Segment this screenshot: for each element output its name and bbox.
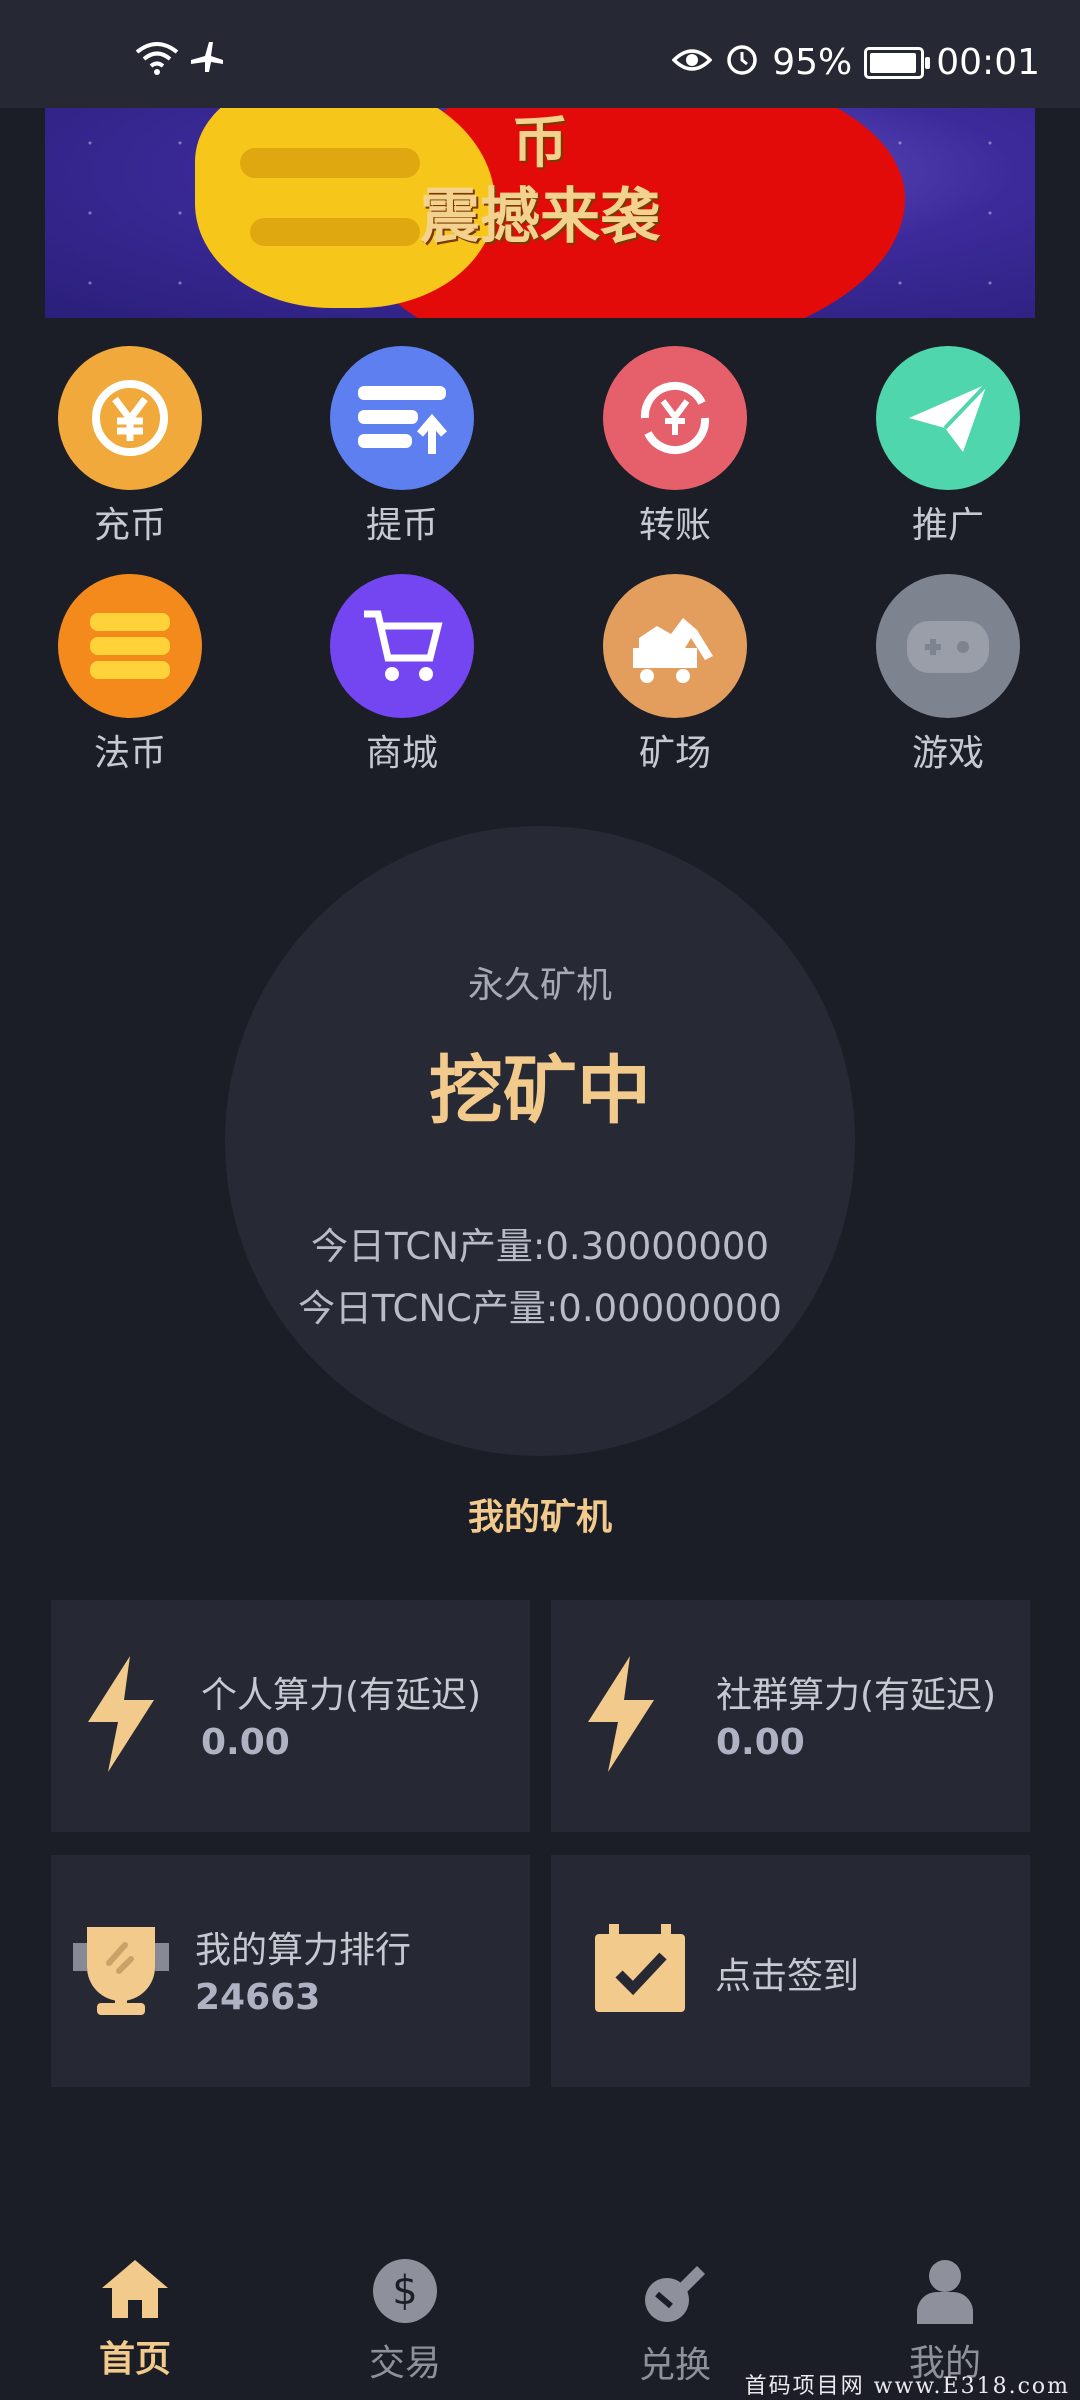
hashrate-rank-title: 我的算力排行 xyxy=(195,1930,412,1971)
community-hashrate-card[interactable]: 社群算力(有延迟) 0.00 xyxy=(551,1600,1030,1832)
hashrate-rank-value: 24663 xyxy=(195,1977,321,2018)
grid-item-game[interactable]: 游戏 xyxy=(838,574,1058,776)
wifi-icon xyxy=(135,40,179,80)
gamepad-icon xyxy=(876,574,1020,718)
promo-banner[interactable]: 币 震撼来袭 xyxy=(45,108,1035,318)
battery-icon xyxy=(864,46,931,79)
grid-item-transfer[interactable]: 转账 xyxy=(565,346,785,548)
home-icon xyxy=(100,2260,170,2324)
trophy-icon xyxy=(65,1921,177,2021)
cart-icon xyxy=(330,574,474,718)
bottom-navigation: 首页 $ 交易 兑换 我的 首码项目网 www.E318.com xyxy=(0,2240,1080,2400)
tcn-today-output: 今日TCN产量:0.30000000 xyxy=(310,1225,770,1268)
grid-label: 商城 xyxy=(365,733,438,774)
alarm-icon xyxy=(724,40,760,85)
grid-item-promote[interactable]: 推广 xyxy=(838,346,1058,548)
clock-time: 00:01 xyxy=(936,42,1040,83)
grid-item-mall[interactable]: 商城 xyxy=(292,574,512,776)
grid-item-mine[interactable]: 矿场 xyxy=(565,574,785,776)
calendar-check-icon xyxy=(593,1924,687,2018)
community-hashrate-value: 0.00 xyxy=(716,1722,805,1763)
sign-in-label: 点击签到 xyxy=(715,1956,860,1997)
miner-type: 永久矿机 xyxy=(467,965,612,1006)
personal-hashrate-value: 0.00 xyxy=(201,1722,290,1763)
grid-label: 提币 xyxy=(365,505,438,546)
nav-label: 首页 xyxy=(98,2339,171,2380)
tcnc-today-output: 今日TCNC产量:0.00000000 xyxy=(298,1287,782,1330)
mining-status: 挖矿中 xyxy=(429,1048,651,1134)
battery-percent: 95% xyxy=(772,42,853,83)
banner-text-2: 震撼来袭 xyxy=(420,182,660,252)
grid-label: 转账 xyxy=(638,505,711,546)
personal-hashrate-title: 个人算力(有延迟) xyxy=(201,1675,482,1716)
grid-label: 矿场 xyxy=(638,733,711,774)
mine-cart-icon xyxy=(603,574,747,718)
yuan-coin-icon xyxy=(58,346,202,490)
nav-home[interactable]: 首页 xyxy=(0,2258,270,2382)
user-icon xyxy=(915,2260,975,2328)
grid-label: 充币 xyxy=(93,505,166,546)
lightning-icon xyxy=(586,1656,656,1776)
stack-icon xyxy=(58,574,202,718)
hashrate-rank-card[interactable]: 我的算力排行 24663 xyxy=(51,1855,530,2087)
my-miners-title: 我的矿机 xyxy=(467,1497,612,1538)
grid-item-deposit[interactable]: 充币 xyxy=(20,346,240,548)
watermark-text: 首码项目网 www.E318.com xyxy=(744,2374,1070,2399)
transfer-icon xyxy=(603,346,747,490)
exchange-icon xyxy=(641,2266,709,2330)
withdraw-icon xyxy=(330,346,474,490)
grid-item-fiat[interactable]: 法币 xyxy=(20,574,240,776)
dollar-icon: $ xyxy=(372,2259,438,2328)
grid-label: 推广 xyxy=(911,505,984,546)
svg-text:$: $ xyxy=(392,2268,417,2314)
nav-trade[interactable]: $ 交易 xyxy=(270,2258,540,2386)
eye-icon xyxy=(671,42,713,83)
grid-label: 游戏 xyxy=(911,733,984,774)
mining-status-panel: 永久矿机 挖矿中 今日TCN产量:0.30000000 今日TCNC产量:0.0… xyxy=(225,826,855,1456)
paper-plane-icon xyxy=(876,346,1020,490)
nav-me[interactable]: 我的 xyxy=(810,2258,1080,2386)
community-hashrate-title: 社群算力(有延迟) xyxy=(716,1675,997,1716)
status-bar: 95% 00:01 xyxy=(0,0,1080,108)
nav-label: 交易 xyxy=(368,2343,441,2384)
personal-hashrate-card[interactable]: 个人算力(有延迟) 0.00 xyxy=(51,1600,530,1832)
grid-item-withdraw[interactable]: 提币 xyxy=(292,346,512,548)
airplane-icon xyxy=(187,38,227,82)
lightning-icon xyxy=(86,1656,156,1776)
sign-in-card[interactable]: 点击签到 xyxy=(551,1855,1030,2087)
grid-label: 法币 xyxy=(93,733,166,774)
